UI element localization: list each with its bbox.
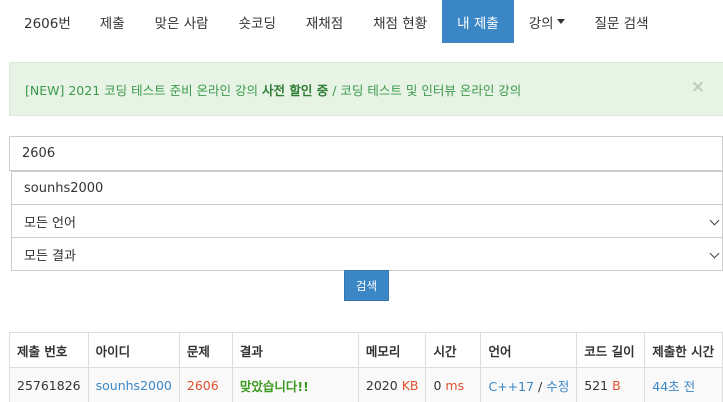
nav-lectures-dropdown[interactable]: 강의 [514,0,580,43]
nav-submit[interactable]: 제출 [85,0,140,43]
language-separator: / [538,378,543,394]
code-length-unit: B [612,377,621,393]
cell-submitted-at[interactable]: 44초 전 [644,367,723,402]
header-user: 아이디 [87,332,180,368]
cell-memory: 2020 KB [357,367,427,402]
nav-grading-status[interactable]: 채점 현황 [358,0,442,43]
result-select[interactable]: 모든 결과 [11,237,723,271]
language-select[interactable]: 모든 언어 [11,204,723,238]
chevron-down-icon [709,248,720,259]
cell-result: 맞았습니다!! [231,367,359,402]
memory-value: 2020 [365,377,398,393]
header-code-length: 코드 길이 [576,332,646,368]
chevron-down-icon [709,215,720,226]
alert-highlight[interactable]: 사전 할인 중 [262,80,328,99]
nav-shortest-coding[interactable]: 숏코딩 [224,0,291,43]
submission-table: 제출 번호 아이디 문제 결과 메모리 시간 언어 코드 길이 제출한 시간 2… [9,332,723,402]
language-link[interactable]: C++17 [488,379,534,394]
edit-link[interactable]: 수정 [546,379,569,394]
search-button[interactable]: 검색 [344,270,389,301]
nav-lectures-label: 강의 [528,15,554,32]
nav-rejudge[interactable]: 재채점 [291,0,358,43]
header-submitted-at: 제출한 시간 [644,332,723,368]
user-id-input[interactable]: sounhs2000 [11,171,723,205]
header-memory: 메모리 [357,332,427,368]
time-value: 0 [433,377,442,393]
header-result: 결과 [231,332,359,368]
problem-nav: 2606번 제출 맞은 사람 숏코딩 재채점 채점 현황 내 제출 강의 질문 … [0,0,723,43]
nav-problem[interactable]: 2606번 [0,0,85,43]
nav-correct-users[interactable]: 맞은 사람 [140,0,224,43]
cell-code-length: 521 B [576,367,646,402]
result-select-value: 모든 결과 [24,248,76,264]
cell-language: C++17 / 수정 [480,367,578,402]
nav-question-search[interactable]: 질문 검색 [580,0,664,43]
table-header-row: 제출 번호 아이디 문제 결과 메모리 시간 언어 코드 길이 제출한 시간 [9,332,723,368]
cell-user-link[interactable]: sounhs2000 [87,367,180,402]
header-problem: 문제 [178,332,233,368]
code-length-value: 521 [584,377,609,393]
memory-unit: KB [401,377,419,393]
language-select-value: 모든 언어 [24,215,76,231]
cell-time: 0 ms [425,367,482,402]
problem-id-input[interactable]: 2606 [9,136,723,171]
alert-suffix[interactable]: / 코딩 테스트 및 인터뷰 온라인 강의 [332,80,521,99]
promo-alert: [NEW] 2021 코딩 테스트 준비 온라인 강의 사전 할인 중 / 코딩… [9,62,723,116]
header-time: 시간 [425,332,482,368]
cell-submission-id: 25761826 [9,367,89,402]
cell-problem-link[interactable]: 2606 [178,367,233,402]
caret-down-icon [556,19,565,24]
table-row: 25761826 sounhs2000 2606 맞았습니다!! 2020 KB… [9,367,723,402]
nav-my-submissions[interactable]: 내 제출 [442,0,514,43]
alert-prefix[interactable]: [NEW] 2021 코딩 테스트 준비 온라인 강의 [25,80,258,99]
header-language: 언어 [480,332,578,368]
header-submission-id: 제출 번호 [9,332,89,368]
time-unit: ms [445,377,465,393]
close-icon[interactable]: × [691,77,705,97]
